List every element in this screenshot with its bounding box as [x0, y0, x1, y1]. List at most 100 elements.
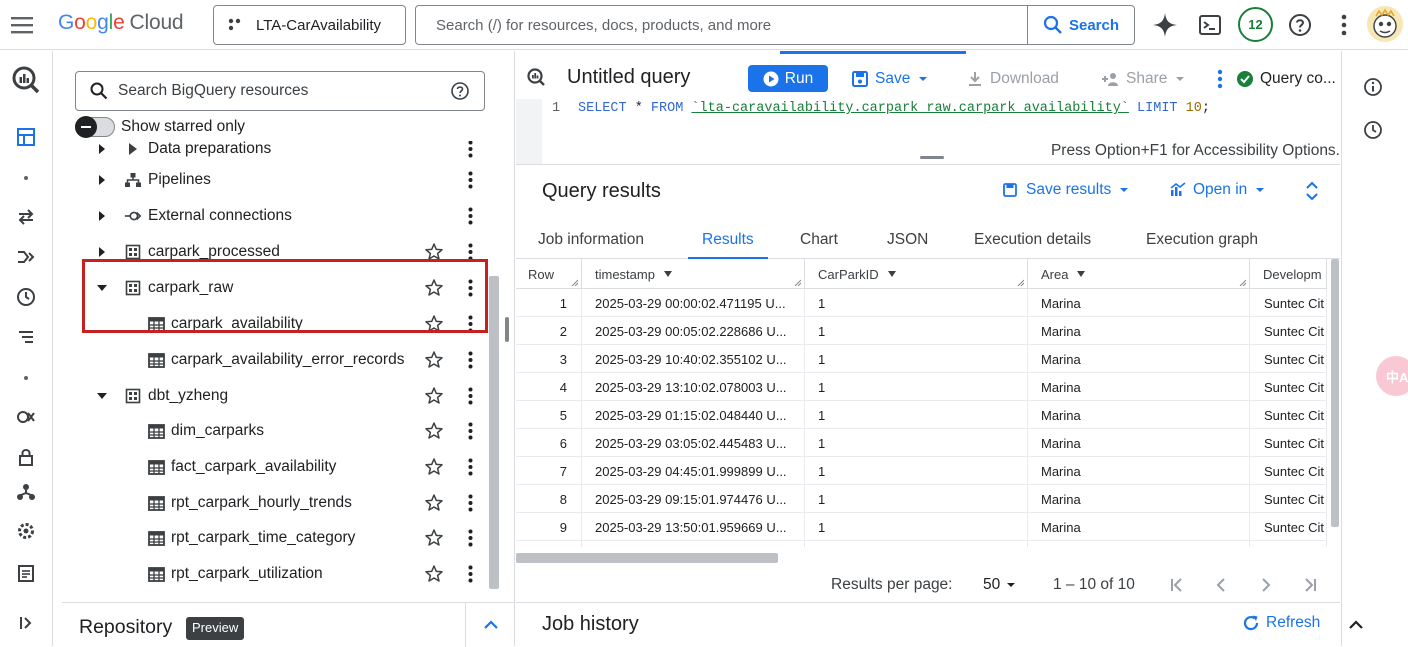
more-vert-icon[interactable] — [460, 493, 480, 513]
table-cell[interactable]: Suntec Cit — [1250, 345, 1327, 373]
cloud-shell-icon[interactable] — [1197, 12, 1223, 38]
results-tab[interactable]: Job information — [538, 221, 644, 259]
table-cell[interactable]: 1 — [805, 401, 1028, 429]
column-resize-handle[interactable] — [1017, 279, 1024, 286]
table-cell[interactable]: 2025-03-29 03:05:02.445483 U... — [582, 429, 805, 457]
table-cell[interactable]: 5 — [516, 401, 582, 429]
results-tab[interactable]: Execution graph — [1146, 221, 1258, 259]
table-cell[interactable]: 1 — [805, 429, 1028, 457]
table-cell[interactable]: 4 — [516, 373, 582, 401]
table-cell[interactable]: Suntec Cit — [1250, 373, 1327, 401]
migration-icon[interactable] — [14, 405, 38, 429]
table-cell[interactable]: 1 — [805, 541, 1028, 547]
table-cell[interactable]: Marina — [1028, 317, 1250, 345]
tree-item[interactable]: carpark_raw — [62, 270, 492, 306]
table-cell[interactable]: Suntec Cit — [1250, 541, 1327, 547]
results-tab[interactable]: Results — [688, 221, 768, 260]
expand-repository-button[interactable] — [465, 603, 515, 647]
next-page-icon[interactable] — [1256, 575, 1276, 595]
table-cell[interactable]: Marina — [1028, 401, 1250, 429]
star-icon[interactable] — [424, 350, 444, 370]
last-page-icon[interactable] — [1300, 575, 1320, 595]
table-row[interactable]: 8 2025-03-29 09:15:01.974476 U... 1 Marina S… — [516, 485, 1327, 513]
refresh-button[interactable]: Refresh — [1242, 614, 1320, 632]
query-status[interactable]: Query co... — [1236, 66, 1336, 91]
google-cloud-logo[interactable]: Google Cloud — [58, 11, 184, 35]
tree-item[interactable]: carpark_availability — [62, 306, 492, 342]
table-cell[interactable]: 1 — [805, 345, 1028, 373]
more-vert-icon[interactable] — [460, 206, 480, 226]
tree-item[interactable]: rpt_carpark_time_category — [62, 520, 492, 556]
star-icon[interactable] — [424, 528, 444, 548]
table-cell[interactable]: Suntec Cit — [1250, 429, 1327, 457]
tree-item[interactable]: fact_carpark_availability — [62, 449, 492, 485]
table-cell[interactable]: 1 — [805, 289, 1028, 317]
more-vert-icon[interactable] — [460, 350, 480, 370]
table-cell[interactable]: Suntec Cit — [1250, 317, 1327, 345]
save-results-button[interactable]: Save results — [1002, 181, 1131, 199]
data-transfers-icon[interactable] — [14, 205, 38, 229]
more-vert-icon[interactable] — [460, 421, 480, 441]
tree-item[interactable]: Pipelines — [62, 162, 492, 198]
open-in-button[interactable]: Open in — [1169, 181, 1267, 199]
chevron-up-icon[interactable] — [1346, 615, 1366, 635]
results-tab[interactable]: Chart — [800, 221, 838, 259]
star-icon[interactable] — [424, 493, 444, 513]
tree-item[interactable]: dbt_yzheng — [62, 378, 492, 414]
tree-item[interactable]: carpark_processed — [62, 234, 492, 270]
first-page-icon[interactable] — [1167, 575, 1187, 595]
help-icon[interactable] — [1287, 12, 1313, 38]
star-icon[interactable] — [424, 386, 444, 406]
save-button[interactable]: Save — [851, 66, 936, 91]
main-menu-icon[interactable] — [10, 14, 34, 36]
editor-resize-handle[interactable] — [920, 156, 944, 159]
table-row[interactable]: 3 2025-03-29 10:40:02.355102 U... 1 Marina S… — [516, 345, 1327, 373]
more-vert-icon[interactable] — [460, 242, 480, 262]
more-vert-icon[interactable] — [460, 278, 480, 298]
table-cell[interactable]: Suntec Cit — [1250, 289, 1327, 317]
star-icon[interactable] — [424, 278, 444, 298]
table-row[interactable]: 5 2025-03-29 01:15:02.048440 U... 1 Marina S… — [516, 401, 1327, 429]
query-title[interactable]: Untitled query — [567, 66, 690, 89]
table-cell[interactable]: 2025-03-29 10:40:02.355102 U... — [582, 345, 805, 373]
info-icon[interactable] — [1363, 77, 1383, 97]
gemini-sparkle-icon[interactable] — [1152, 12, 1178, 38]
star-icon[interactable] — [424, 421, 444, 441]
tree-item[interactable]: dim_carparks — [62, 413, 492, 449]
column-resize-handle[interactable] — [1239, 279, 1246, 286]
more-vert-icon[interactable] — [460, 600, 480, 601]
prev-page-icon[interactable] — [1211, 575, 1231, 595]
star-icon[interactable] — [424, 242, 444, 262]
expand-rail-icon[interactable] — [14, 611, 38, 635]
tree-item[interactable]: rpt_carpark_utilization — [62, 556, 492, 592]
table-cell[interactable]: 1 — [805, 513, 1028, 541]
table-cell[interactable]: 2025-03-29 00:00:02.471195 U... — [582, 289, 805, 317]
more-vert-icon[interactable] — [460, 528, 480, 548]
table-cell[interactable]: 1 — [805, 457, 1028, 485]
table-cell[interactable]: 2025-03-29 00:05:02.228686 U... — [582, 317, 805, 345]
table-cell[interactable]: Suntec Cit — [1250, 457, 1327, 485]
column-header[interactable]: timestamp — [582, 259, 805, 289]
more-vert-icon[interactable] — [1331, 12, 1357, 38]
translate-icon[interactable]: 中A — [1376, 356, 1408, 396]
table-cell[interactable]: 6 — [516, 429, 582, 457]
caret-down-icon[interactable] — [94, 388, 110, 404]
table-cell[interactable]: Marina — [1028, 345, 1250, 373]
more-vert-icon[interactable] — [460, 170, 480, 190]
table-cell[interactable]: 2025-03-29 01:15:02.048440 U... — [582, 401, 805, 429]
table-cell[interactable]: Marina — [1028, 373, 1250, 401]
tree-item[interactable]: External connections — [62, 198, 492, 234]
column-header[interactable]: CarParkID — [805, 259, 1028, 289]
table-cell[interactable]: 3 — [516, 345, 582, 373]
table-cell[interactable]: Marina — [1028, 429, 1250, 457]
star-icon[interactable] — [424, 600, 444, 601]
caret-right-icon[interactable] — [94, 172, 110, 188]
run-button[interactable]: Run — [748, 65, 828, 92]
table-cell[interactable]: Marina — [1028, 289, 1250, 317]
caret-right-icon[interactable] — [94, 141, 110, 157]
table-cell[interactable]: 2025-03-29 13:50:01.959669 U... — [582, 513, 805, 541]
table-cell[interactable]: 2025-03-29 09:15:01.974476 U... — [582, 485, 805, 513]
share-button[interactable]: Share — [1100, 66, 1187, 91]
table-cell[interactable]: Marina — [1028, 513, 1250, 541]
more-actions-icon[interactable] — [1212, 66, 1228, 91]
